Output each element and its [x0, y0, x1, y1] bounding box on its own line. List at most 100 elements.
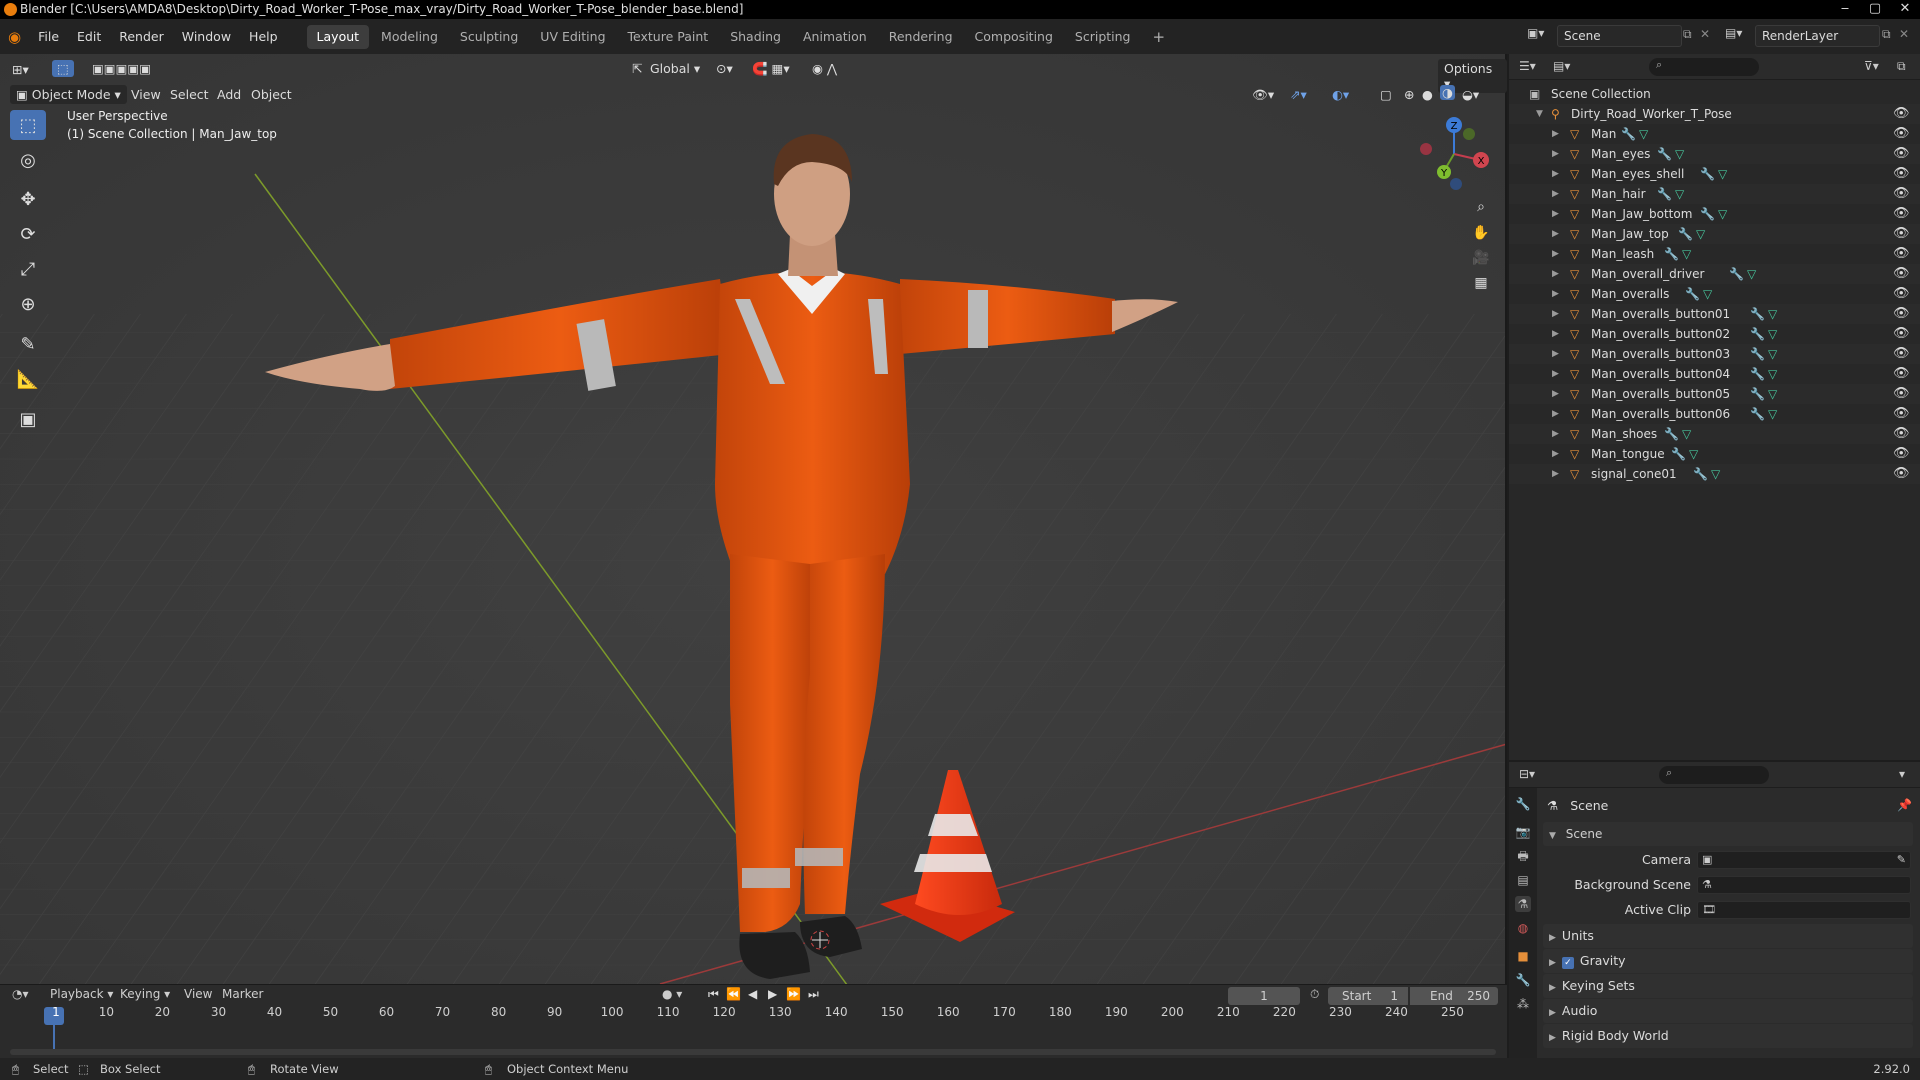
expand-arrow-icon[interactable]: ▶ — [1552, 464, 1559, 484]
properties-options-icon[interactable]: ▾ — [1899, 767, 1905, 781]
delete-layer-icon[interactable]: ✕ — [1899, 27, 1909, 41]
gizmos-toggle-icon[interactable]: ⇗▾ — [1290, 87, 1307, 102]
expand-arrow-icon[interactable]: ▶ — [1552, 444, 1559, 464]
modifier-wrench-icon[interactable]: 🔧 — [1664, 244, 1679, 264]
render-tab-icon[interactable]: 📷 — [1515, 824, 1531, 840]
expand-arrow-icon[interactable]: ▶ — [1552, 404, 1559, 424]
selection-modes-icons[interactable]: ▣▣▣▣▣ — [92, 61, 151, 76]
outliner-object-row[interactable]: ▶ ▽ Man_overalls_button04 🔧 ▽ 👁 — [1509, 364, 1920, 384]
maximize-button[interactable]: ▢ — [1860, 0, 1890, 19]
output-tab-icon[interactable]: 🖶 — [1515, 848, 1531, 864]
measure-tool-button[interactable]: 📐 — [10, 364, 46, 394]
modifier-wrench-icon[interactable]: 🔧 — [1750, 344, 1765, 364]
outliner-object-row[interactable]: ▶ ▽ Man 🔧 ▽ 👁 — [1509, 124, 1920, 144]
tab-compositing[interactable]: Compositing — [965, 25, 1063, 49]
outliner-object-row[interactable]: ▶ ▽ Man_Jaw_top 🔧 ▽ 👁 — [1509, 224, 1920, 244]
tab-texture-paint[interactable]: Texture Paint — [618, 25, 719, 49]
modifier-wrench-icon[interactable]: 🔧 — [1700, 164, 1715, 184]
mesh-data-icon[interactable]: ▽ — [1768, 344, 1777, 364]
camera-view-icon[interactable]: 🎥 — [1468, 245, 1494, 271]
orientation-dropdown[interactable]: Global ▾ — [650, 61, 700, 76]
expand-arrow-icon[interactable]: ▶ — [1552, 364, 1559, 384]
object-tab-icon[interactable]: ■ — [1515, 948, 1531, 964]
outliner-object-row[interactable]: ▶ ▽ signal_cone01 🔧 ▽ 👁 — [1509, 464, 1920, 484]
visibility-eye-icon[interactable]: 👁 — [1893, 144, 1910, 164]
shading-solid-icon[interactable]: ● — [1422, 87, 1433, 102]
mode-dropdown[interactable]: ▣ Object Mode ▾ — [10, 85, 127, 104]
object-menu[interactable]: Object — [251, 87, 292, 102]
select-menu[interactable]: Select — [170, 87, 209, 102]
rotate-tool-button[interactable]: ⟳ — [10, 219, 46, 249]
add-cube-tool-button[interactable]: ▣ — [10, 404, 46, 434]
visibility-eye-icon[interactable]: 👁 — [1893, 444, 1910, 464]
outliner-object-row[interactable]: ▶ ▽ Man_overalls_button06 🔧 ▽ 👁 — [1509, 404, 1920, 424]
mesh-data-icon[interactable]: ▽ — [1682, 424, 1691, 444]
eyedropper-icon[interactable]: ✎ — [1897, 848, 1906, 872]
tab-shading[interactable]: Shading — [720, 25, 791, 49]
visibility-eye-icon[interactable]: 👁 — [1893, 344, 1910, 364]
mesh-data-icon[interactable]: ▽ — [1689, 444, 1698, 464]
visibility-eye-icon[interactable]: 👁 — [1893, 224, 1910, 244]
select-tool-button[interactable]: ⬚ — [10, 110, 46, 140]
subpanel-audio[interactable]: ▶ Audio — [1543, 999, 1913, 1023]
pan-hand-icon[interactable]: ✋ — [1468, 220, 1494, 246]
properties-search-input[interactable]: ⌕ — [1659, 766, 1769, 784]
expand-arrow-icon[interactable]: ▶ — [1552, 144, 1559, 164]
mesh-data-icon[interactable]: ▽ — [1682, 244, 1691, 264]
editor-type-icon[interactable]: ⊞▾ — [12, 62, 29, 77]
gravity-checkbox[interactable]: ✓ — [1561, 957, 1574, 969]
minimize-button[interactable]: ‒ — [1830, 0, 1860, 19]
visibility-eye-icon[interactable]: 👁 — [1893, 364, 1910, 384]
modifier-wrench-icon[interactable]: 🔧 — [1621, 124, 1636, 144]
modifier-wrench-icon[interactable]: 🔧 — [1750, 364, 1765, 384]
outliner-object-row[interactable]: ▶ ▽ Man_Jaw_bottom 🔧 ▽ 👁 — [1509, 204, 1920, 224]
overlays-toggle-icon[interactable]: ◐▾ — [1332, 87, 1349, 102]
mesh-data-icon[interactable]: ▽ — [1675, 144, 1684, 164]
pin-icon[interactable]: 📌 — [1897, 798, 1912, 812]
modifier-wrench-icon[interactable]: 🔧 — [1693, 464, 1708, 484]
expand-arrow-icon[interactable]: ▶ — [1552, 424, 1559, 444]
expand-arrow-icon[interactable]: ▶ — [1552, 164, 1559, 184]
outliner-editor-icon[interactable]: ☰▾ — [1519, 59, 1536, 73]
xray-toggle-icon[interactable]: ▢ — [1380, 87, 1392, 102]
modifier-wrench-icon[interactable]: 🔧 — [1678, 224, 1693, 244]
scale-tool-button[interactable]: ⤢ — [10, 254, 46, 284]
expand-arrow-icon[interactable]: ▶ — [1552, 284, 1559, 304]
tab-layout[interactable]: Layout — [306, 24, 370, 49]
scene-selector-icon[interactable]: ▣▾ — [1527, 26, 1544, 40]
menu-help[interactable]: Help — [240, 19, 287, 54]
modifier-wrench-icon[interactable]: 🔧 — [1671, 444, 1686, 464]
menu-file[interactable]: File — [29, 19, 68, 54]
outliner-object-row[interactable]: ▶ ▽ Man_eyes 🔧 ▽ 👁 — [1509, 144, 1920, 164]
visibility-eye-icon[interactable]: 👁 — [1893, 244, 1910, 264]
modifier-tab-icon[interactable]: 🔧 — [1515, 972, 1531, 988]
mesh-data-icon[interactable]: ▽ — [1718, 164, 1727, 184]
visibility-eye-icon[interactable]: 👁 — [1893, 184, 1910, 204]
outliner-object-row[interactable]: ▶ ▽ Man_overalls_button01 🔧 ▽ 👁 — [1509, 304, 1920, 324]
new-scene-icon[interactable]: ⧉ — [1683, 27, 1692, 42]
subpanel-gravity[interactable]: ▶ ✓ Gravity — [1543, 949, 1913, 973]
visibility-eye-icon[interactable]: 👁 — [1893, 304, 1910, 324]
perspective-grid-icon[interactable]: ▦ — [1468, 270, 1494, 296]
display-mode-icon[interactable]: ▤▾ — [1553, 59, 1570, 73]
mesh-data-icon[interactable]: ▽ — [1768, 324, 1777, 344]
render-layer-icon[interactable]: ▤▾ — [1725, 26, 1742, 40]
scene-name-field[interactable]: Scene — [1557, 25, 1682, 47]
expand-arrow-icon[interactable]: ▶ — [1552, 304, 1559, 324]
outliner-object-row[interactable]: ▶ ▽ Man_leash 🔧 ▽ 👁 — [1509, 244, 1920, 264]
outliner-object-row[interactable]: ▶ ▽ Man_overalls_button03 🔧 ▽ 👁 — [1509, 344, 1920, 364]
visibility-eye-icon[interactable]: 👁 — [1893, 464, 1910, 484]
expand-arrow-icon[interactable]: ▶ — [1552, 324, 1559, 344]
shading-rendered-icon[interactable]: ◒▾ — [1462, 87, 1479, 102]
outliner-collection-row[interactable]: ▼ ⚲ Dirty_Road_Worker_T_Pose 👁 — [1509, 104, 1920, 124]
timeline-scrollbar[interactable] — [10, 1049, 1496, 1055]
tool-tab-icon[interactable]: 🔧 — [1515, 796, 1531, 812]
outliner-object-row[interactable]: ▶ ▽ Man_shoes 🔧 ▽ 👁 — [1509, 424, 1920, 444]
subpanel-keying-sets[interactable]: ▶ Keying Sets — [1543, 974, 1913, 998]
mesh-data-icon[interactable]: ▽ — [1768, 384, 1777, 404]
tab-sculpting[interactable]: Sculpting — [450, 25, 528, 49]
menu-render[interactable]: Render — [110, 19, 173, 54]
visibility-eye-icon[interactable]: 👁 — [1893, 284, 1910, 304]
expand-arrow-icon[interactable]: ▶ — [1552, 184, 1559, 204]
snap-icon[interactable]: 🧲 ▦▾ — [752, 61, 790, 77]
